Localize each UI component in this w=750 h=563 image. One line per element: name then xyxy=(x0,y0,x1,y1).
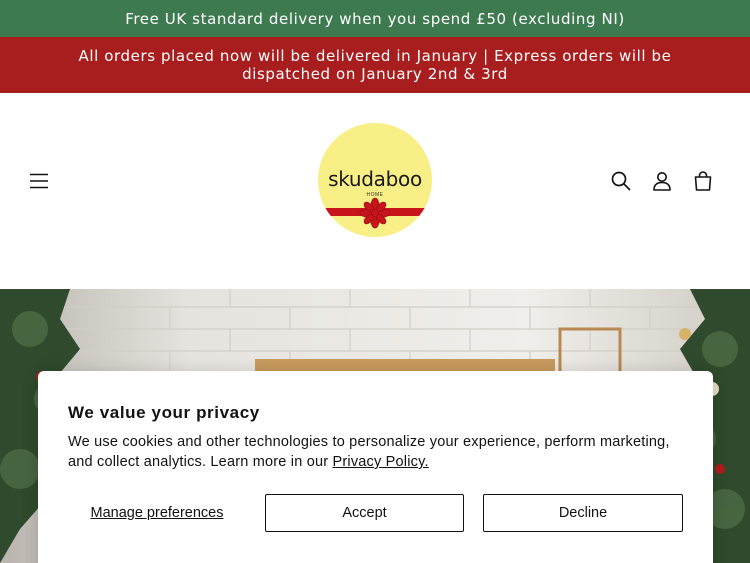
menu-button[interactable] xyxy=(27,169,51,193)
cart-button[interactable] xyxy=(691,169,715,193)
menu-icon xyxy=(30,173,48,189)
accept-button[interactable]: Accept xyxy=(265,494,464,532)
cart-icon xyxy=(694,171,712,191)
privacy-title: We value your privacy xyxy=(68,403,260,422)
order-notice-bar: All orders placed now will be delivered … xyxy=(0,37,750,93)
search-button[interactable] xyxy=(609,169,633,193)
delivery-announcement-bar: Free UK standard delivery when you spend… xyxy=(0,0,750,37)
site-logo[interactable]: skudaboo HOME xyxy=(318,123,432,237)
delivery-announcement-text: Free UK standard delivery when you spend… xyxy=(125,9,625,28)
order-notice-text: All orders placed now will be delivered … xyxy=(78,47,672,83)
privacy-policy-link[interactable]: Privacy Policy. xyxy=(333,454,429,470)
search-icon xyxy=(611,171,631,191)
logo-wordmark: skudaboo xyxy=(328,167,422,191)
privacy-description: We use cookies and other technologies to… xyxy=(68,432,688,472)
account-button[interactable] xyxy=(650,169,674,193)
account-icon xyxy=(653,172,671,191)
manage-preferences-button[interactable]: Manage preferences xyxy=(68,494,246,532)
privacy-consent-banner: We value your privacy We use cookies and… xyxy=(38,371,713,563)
decline-button[interactable]: Decline xyxy=(483,494,683,532)
gift-bow-icon xyxy=(359,197,391,229)
site-header: skudaboo HOME xyxy=(0,93,750,289)
